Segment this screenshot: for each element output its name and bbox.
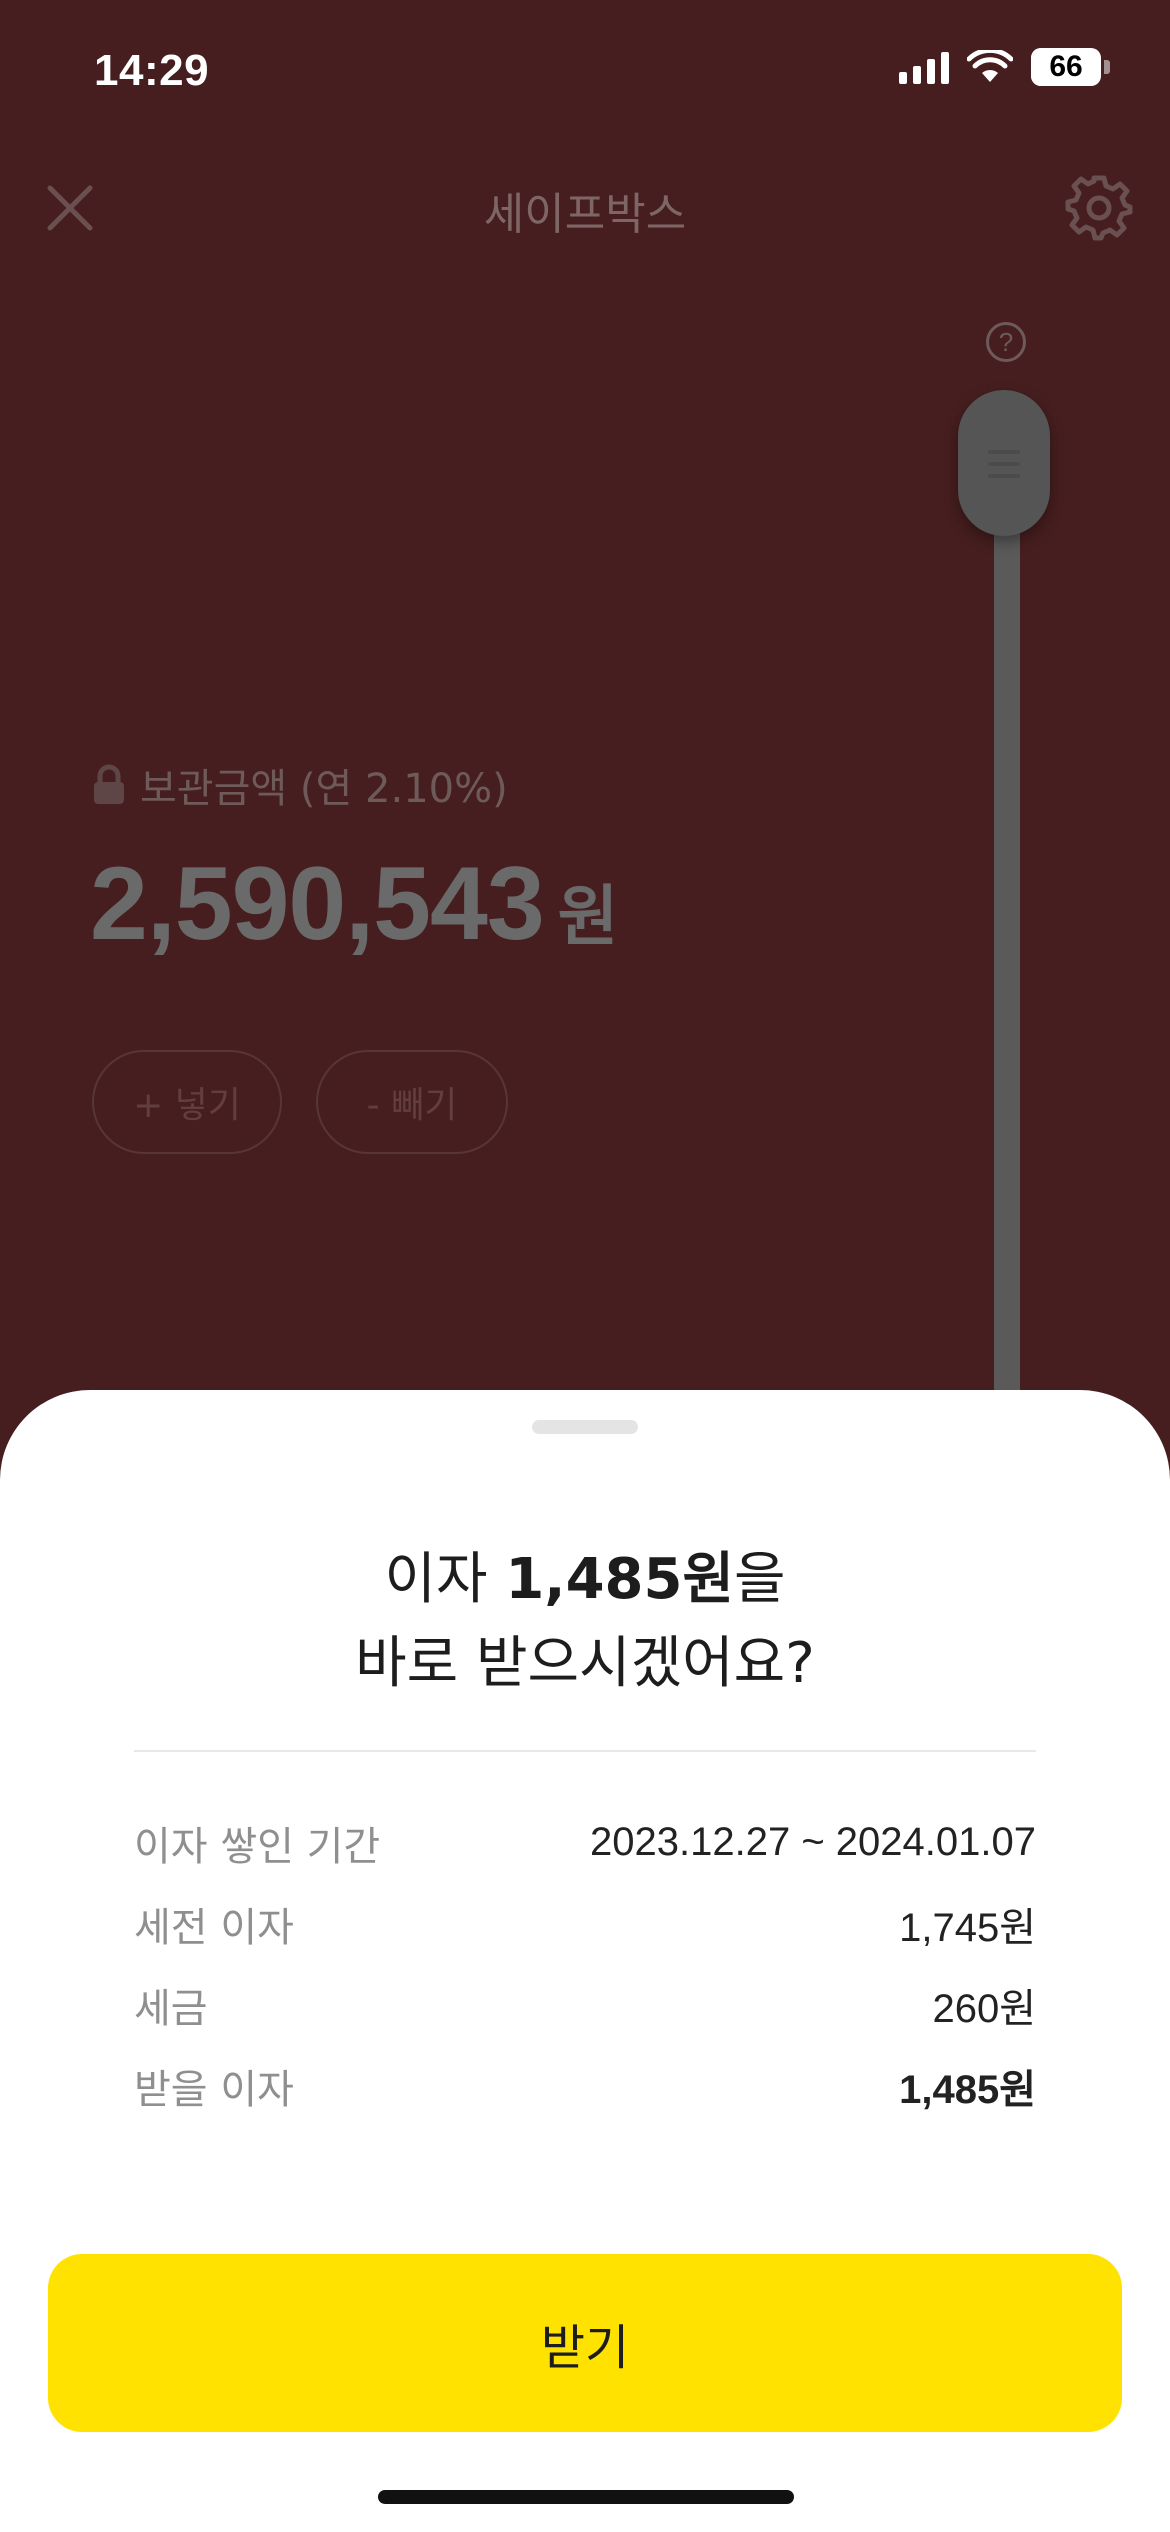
sheet-title-amount: 1,485원 [505,1547,734,1612]
sheet-title: 이자 1,485원을 바로 받으시겠어요? [0,1538,1170,1706]
grip-line [988,450,1020,454]
nav-bar: 세이프박스 [0,160,1170,250]
status-bar: 14:29 66 [0,0,1170,150]
page-title: 세이프박스 [483,189,687,240]
slider-thumb[interactable] [958,390,1050,536]
sheet-title-suffix: 을 [733,1547,786,1612]
balance-label: 보관금액 (연 2.10%) [92,756,508,814]
sheet-title-line2: 바로 받으시겠어요? [355,1631,815,1696]
divider [134,1750,1036,1752]
signal-icon [899,50,949,84]
withdraw-button[interactable]: - 빼기 [316,1050,508,1154]
home-indicator[interactable] [378,2490,794,2504]
detail-row-pretax: 세전 이자 1,745원 [134,1883,1036,1964]
wifi-icon [967,50,1013,82]
battery-level: 66 [1049,50,1083,83]
interest-details: 이자 쌓인 기간 2023.12.27 ~ 2024.01.07 세전 이자 1… [134,1802,1036,2126]
detail-row-receivable: 받을 이자 1,485원 [134,2045,1036,2126]
detail-row-tax: 세금 260원 [134,1964,1036,2045]
detail-row-period: 이자 쌓인 기간 2023.12.27 ~ 2024.01.07 [134,1802,1036,1883]
status-time: 14:29 [94,46,210,95]
deposit-button[interactable]: + 넣기 [92,1050,282,1154]
balance-amount: 2,590,543 원 [90,845,618,964]
detail-label: 세금 [134,1985,208,2032]
grip-line [988,474,1020,478]
detail-label: 받을 이자 [134,2066,294,2113]
battery-tip [1104,60,1110,74]
sheet-title-prefix: 이자 [384,1547,506,1612]
detail-value: 2023.12.27 ~ 2024.01.07 [590,1820,1036,1864]
detail-value: 1,485원 [899,2067,1036,2112]
battery-icon: 66 [1031,48,1101,86]
detail-value: 260원 [932,1986,1036,2031]
status-icons: 66 [899,48,1110,86]
gear-icon[interactable] [1064,172,1134,242]
sheet-handle[interactable] [532,1420,638,1434]
sheet-title-line1: 이자 1,485원을 [0,1538,1170,1622]
detail-label: 이자 쌓인 기간 [134,1823,381,1870]
detail-label: 세전 이자 [134,1904,294,1951]
help-icon[interactable]: ? [986,322,1026,362]
balance-unit: 원 [557,878,619,955]
slider-track[interactable] [994,420,1020,1420]
lock-icon [94,764,124,804]
balance-number: 2,590,543 [90,846,545,962]
grip-line [988,462,1020,466]
receive-button[interactable]: 받기 [48,2254,1122,2432]
bottom-sheet: 이자 1,485원을 바로 받으시겠어요? 이자 쌓인 기간 2023.12.2… [0,1390,1170,2532]
balance-label-text: 보관금액 (연 2.10%) [140,766,508,812]
detail-value: 1,745원 [899,1905,1036,1950]
